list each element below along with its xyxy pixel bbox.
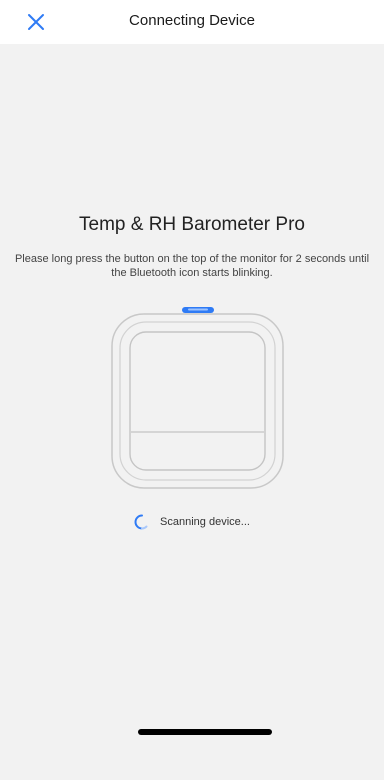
loading-spinner-icon <box>134 514 148 530</box>
device-illustration <box>111 307 284 489</box>
device-name-heading: Temp & RH Barometer Pro <box>79 214 305 235</box>
device-bevel <box>119 321 276 481</box>
device-screen <box>129 331 266 471</box>
page-title: Connecting Device <box>129 12 255 29</box>
scan-status-text: Scanning device... <box>160 516 250 528</box>
top-bar: Connecting Device <box>0 0 384 44</box>
main-content: Temp & RH Barometer Pro Please long pres… <box>0 44 384 780</box>
device-housing <box>111 313 284 489</box>
top-button-highlight <box>188 308 208 311</box>
pairing-instructions: Please long press the button on the top … <box>14 253 370 279</box>
home-indicator[interactable] <box>138 729 272 735</box>
scan-status: Scanning device... <box>0 512 384 532</box>
